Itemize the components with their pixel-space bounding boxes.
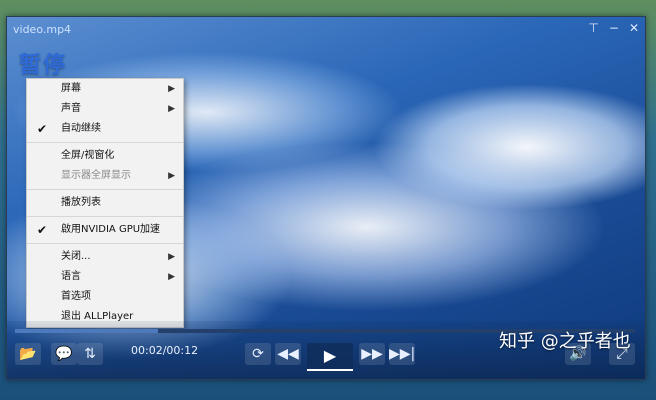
menu-divider <box>27 243 183 244</box>
rewind-button[interactable]: ◀◀ <box>275 343 301 365</box>
menu-item-label: 首选项 <box>61 291 91 302</box>
submenu-arrow-icon: ▶ <box>168 84 175 94</box>
checkmark-icon: ✔ <box>37 223 48 237</box>
menu-item-label: 屏幕 <box>61 83 81 94</box>
context-menu: 屏幕 ▶ 声音 ▶ ✔ 自动继续 全屏/视窗化 显示器全屏显示 ▶ 播放列表 ✔… <box>26 78 184 328</box>
menu-item-label: 语言 <box>61 271 81 282</box>
menu-item-preferences[interactable]: 首选项 <box>27 287 183 307</box>
skip-next-button[interactable]: ▶▶| <box>389 343 415 365</box>
play-icon: ▶ <box>323 346 337 365</box>
checkmark-icon: ✔ <box>37 122 48 136</box>
play-button[interactable]: ▶ <box>307 343 353 371</box>
watermark: 知乎 @之乎者也 <box>499 331 631 352</box>
progress-fill <box>15 329 158 333</box>
menu-item-label: 全屏/视窗化 <box>61 150 115 161</box>
video-player-window: video.mp4 暂停 ⊤ − ✕ 屏幕 ▶ 声音 ▶ ✔ 自动继续 全屏/视… <box>6 16 646 380</box>
time-display: 00:02/00:12 <box>131 344 199 357</box>
menu-item-label: 啟用NVIDIA GPU加速 <box>61 224 161 235</box>
menu-item-fullscreen[interactable]: 全屏/视窗化 <box>27 146 183 166</box>
repeat-icon: ⟳ <box>252 346 264 362</box>
menu-item-sound[interactable]: 声音 ▶ <box>27 99 183 119</box>
menu-item-label: 显示器全屏显示 <box>61 170 131 181</box>
subtitles-button[interactable]: 💬 <box>51 343 77 365</box>
menu-item-monitor-fullscreen: 显示器全屏显示 ▶ <box>27 166 183 186</box>
repeat-button[interactable]: ⟳ <box>245 343 271 365</box>
folder-icon: 📂 <box>19 346 37 362</box>
menu-item-language[interactable]: 语言 ▶ <box>27 267 183 287</box>
menu-item-playlist[interactable]: 播放列表 <box>27 193 183 213</box>
menu-item-gpu-acceleration[interactable]: ✔ 啟用NVIDIA GPU加速 <box>27 220 183 240</box>
submenu-arrow-icon: ▶ <box>168 104 175 114</box>
menu-item-label: 关闭... <box>61 251 91 262</box>
submenu-arrow-icon: ▶ <box>168 272 175 282</box>
video-title: video.mp4 <box>13 23 72 36</box>
menu-item-close[interactable]: 关闭... ▶ <box>27 247 183 267</box>
window-controls: ⊤ − ✕ <box>588 21 639 35</box>
menu-item-screen[interactable]: 屏幕 ▶ <box>27 79 183 99</box>
close-icon[interactable]: ✕ <box>629 21 639 35</box>
rewind-icon: ◀◀ <box>277 346 299 362</box>
fast-forward-button[interactable]: ▶▶ <box>359 343 385 365</box>
control-row: 📂 💬 ⇅ 00:02/00:12 ⟳ ◀◀ ▶ ▶▶ ▶▶| 🔊 ⤢ 知乎 @… <box>7 331 645 371</box>
menu-divider <box>27 216 183 217</box>
pause-overlay-text: 暂停 <box>19 53 68 78</box>
menu-item-label: 播放列表 <box>61 197 101 208</box>
subtitles-icon: 💬 <box>55 346 73 362</box>
menu-item-label: 自动继续 <box>61 123 101 134</box>
equalizer-button[interactable]: ⇅ <box>77 343 103 365</box>
control-bar: 📂 💬 ⇅ 00:02/00:12 ⟳ ◀◀ ▶ ▶▶ ▶▶| 🔊 ⤢ 知乎 @… <box>7 321 645 379</box>
skip-next-icon: ▶▶| <box>389 346 416 362</box>
menu-item-label: 声音 <box>61 103 81 114</box>
submenu-arrow-icon: ▶ <box>168 252 175 262</box>
menu-item-auto-continue[interactable]: ✔ 自动继续 <box>27 119 183 139</box>
submenu-arrow-icon: ▶ <box>168 171 175 181</box>
pin-icon[interactable]: ⊤ <box>588 21 598 35</box>
fast-forward-icon: ▶▶ <box>361 346 383 362</box>
open-folder-button[interactable]: 📂 <box>15 343 41 365</box>
minimize-icon[interactable]: − <box>609 21 619 35</box>
equalizer-icon: ⇅ <box>84 346 96 362</box>
menu-divider <box>27 142 183 143</box>
menu-divider <box>27 189 183 190</box>
